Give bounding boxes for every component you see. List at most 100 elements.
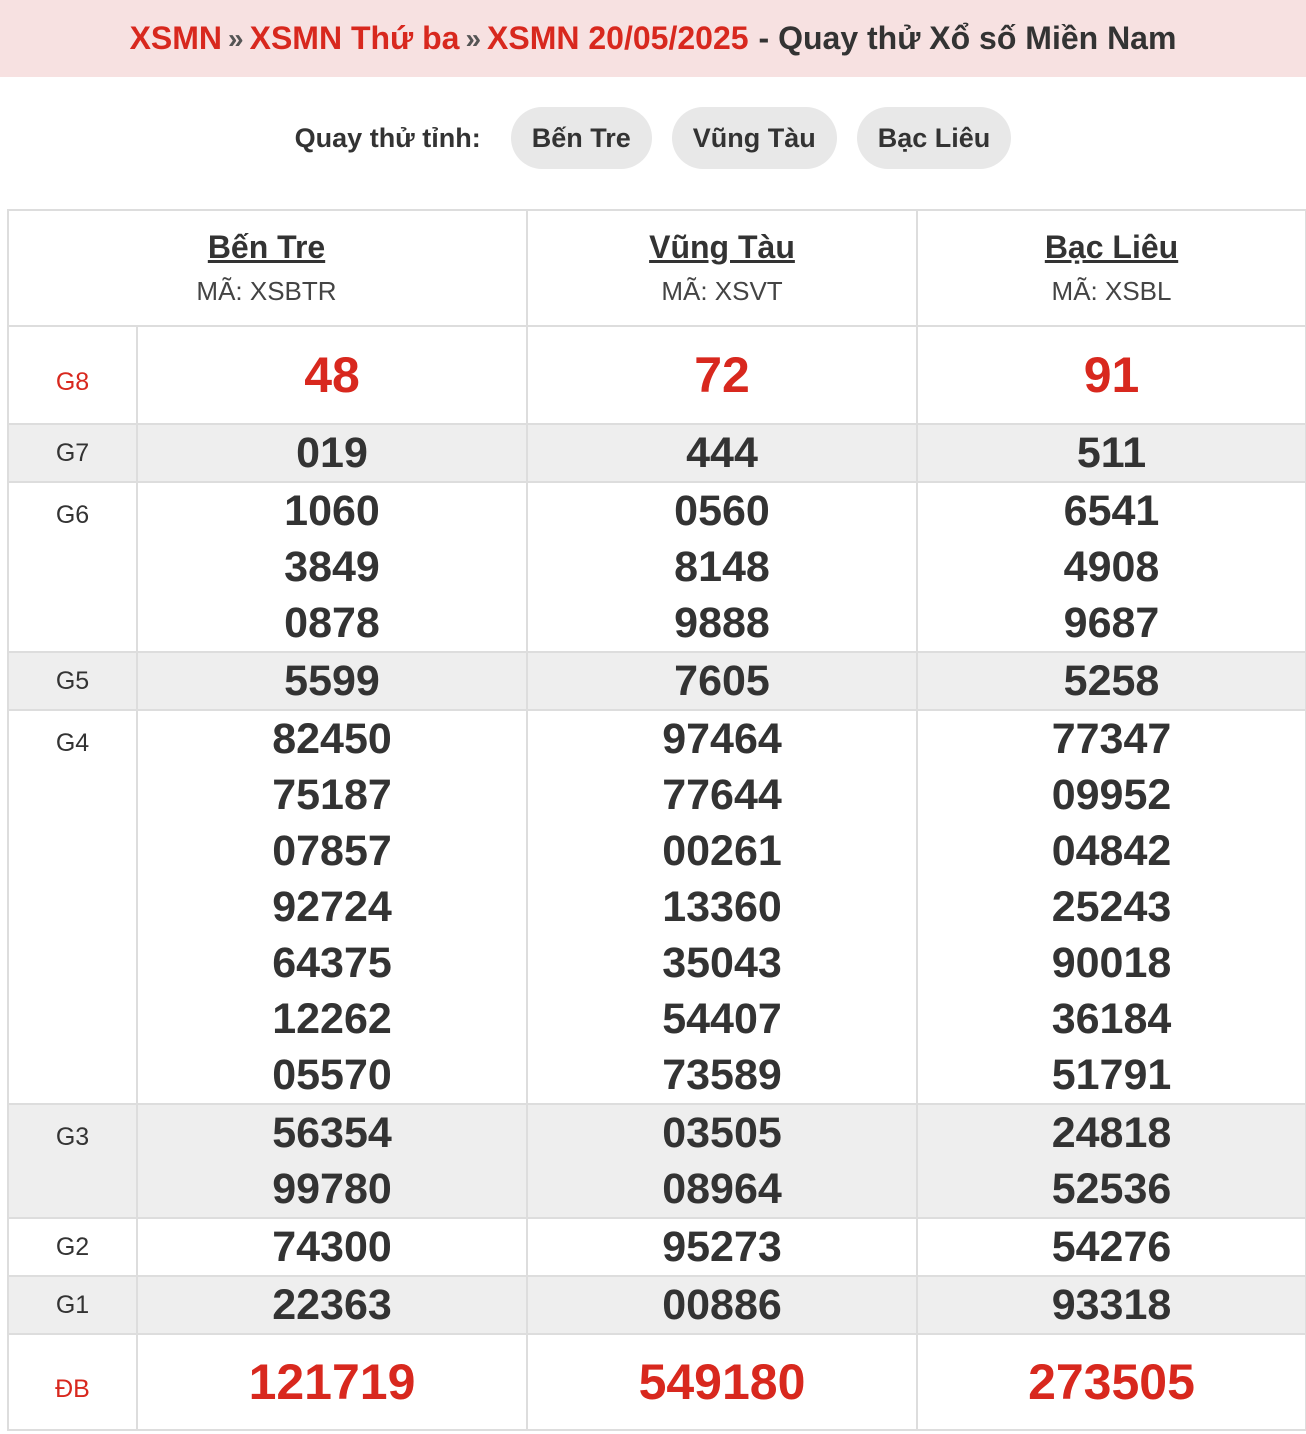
header-blank-cell <box>7 209 137 327</box>
prize-number: 7605 <box>674 657 770 705</box>
prize-number: 22363 <box>272 1281 392 1329</box>
prize-value-cell: 97464 77644 00261 13360 35043 54407 7358… <box>526 709 918 1105</box>
prize-label: G7 <box>7 423 138 483</box>
prize-number: 77347 <box>1051 715 1172 763</box>
prize-number: 019 <box>296 429 368 477</box>
prize-value-cell: 5599 <box>136 651 528 711</box>
prize-number: 273505 <box>1028 1354 1195 1410</box>
prize-number: 56354 <box>272 1109 392 1157</box>
prize-row-special: ĐB 121719 549180 273505 <box>7 1333 1306 1431</box>
prize-number: 13360 <box>662 883 782 931</box>
prize-row-g7: G7 019 444 511 <box>7 423 1306 483</box>
prize-number: 05570 <box>272 1051 392 1099</box>
prize-number: 77644 <box>662 771 782 819</box>
prize-number: 92724 <box>272 883 392 931</box>
prize-value-cell: 56354 99780 <box>136 1103 528 1219</box>
prize-number: 48 <box>304 347 360 403</box>
prize-number: 54276 <box>1051 1223 1172 1271</box>
prize-value-cell: 74300 <box>136 1217 528 1277</box>
breadcrumb-weekday-link[interactable]: XSMN Thứ ba <box>250 20 460 57</box>
prize-number: 03505 <box>662 1109 782 1157</box>
prize-number: 51791 <box>1051 1051 1172 1099</box>
prize-number: 36184 <box>1051 995 1172 1043</box>
breadcrumb-xsmn-link[interactable]: XSMN <box>130 20 222 57</box>
prize-number: 35043 <box>662 939 782 987</box>
prize-number: 9888 <box>674 599 770 647</box>
prize-label: G2 <box>7 1217 138 1277</box>
prize-number: 82450 <box>272 715 392 763</box>
results-table: Bến Tre MÃ: XSBTR Vũng Tàu MÃ: XSVT Bạc … <box>7 209 1306 1431</box>
prize-number: 95273 <box>662 1223 782 1271</box>
prize-number: 93318 <box>1051 1281 1172 1329</box>
prize-label: G6 <box>7 481 138 653</box>
prize-number: 07857 <box>272 827 392 875</box>
prize-value-cell: 22363 <box>136 1275 528 1335</box>
prize-number: 121719 <box>248 1354 416 1410</box>
prize-number: 9687 <box>1063 599 1160 647</box>
province-header-bac-lieu: Bạc Liêu MÃ: XSBL <box>916 209 1306 327</box>
prize-value-cell: 6541 4908 9687 <box>916 481 1306 653</box>
prize-number: 91 <box>1083 347 1140 403</box>
province-code: MÃ: XSVT <box>661 276 783 306</box>
province-name-link[interactable]: Bến Tre <box>72 229 461 266</box>
province-button-vung-tau[interactable]: Vũng Tàu <box>671 107 837 169</box>
prize-number: 72 <box>694 347 750 403</box>
prize-label: G1 <box>7 1275 138 1335</box>
prize-value-cell: 72 <box>526 325 918 425</box>
prize-number: 04842 <box>1051 827 1172 875</box>
prize-value-cell: 77347 09952 04842 25243 90018 36184 5179… <box>916 709 1306 1105</box>
prize-value-cell: 121719 <box>136 1333 528 1431</box>
prize-value-cell: 82450 75187 07857 92724 64375 12262 0557… <box>136 709 528 1105</box>
prize-value-cell: 48 <box>136 325 528 425</box>
prize-number: 12262 <box>272 995 392 1043</box>
prize-value-cell: 019 <box>136 423 528 483</box>
prize-number: 90018 <box>1051 939 1172 987</box>
province-button-bac-lieu[interactable]: Bạc Liêu <box>856 107 1012 169</box>
prize-number: 3849 <box>284 543 380 591</box>
page-title: - Quay thử Xổ số Miền Nam <box>758 20 1177 56</box>
breadcrumb-date-link[interactable]: XSMN 20/05/2025 <box>487 20 749 57</box>
prize-number: 1060 <box>284 487 380 535</box>
prize-number: 00261 <box>662 827 782 875</box>
prize-number: 0878 <box>284 599 380 647</box>
prize-number: 99780 <box>272 1165 392 1213</box>
prize-row-g8: G8 48 72 91 <box>7 325 1306 425</box>
prize-number: 6541 <box>1063 487 1160 535</box>
prize-label: G8 <box>7 325 138 425</box>
breadcrumb: XSMN » XSMN Thứ ba » XSMN 20/05/2025 - Q… <box>0 0 1306 77</box>
prize-number: 511 <box>1076 429 1147 477</box>
prize-number: 24818 <box>1051 1109 1172 1157</box>
province-header-vung-tau: Vũng Tàu MÃ: XSVT <box>526 209 918 327</box>
prize-value-cell: 0560 8148 9888 <box>526 481 918 653</box>
prize-number: 0560 <box>674 487 770 535</box>
province-header-ben-tre: Bến Tre MÃ: XSBTR <box>137 209 528 327</box>
province-name-link[interactable]: Vũng Tàu <box>528 229 916 266</box>
province-name-link[interactable]: Bạc Liêu <box>918 229 1305 266</box>
province-header-row: Bến Tre MÃ: XSBTR Vũng Tàu MÃ: XSVT Bạc … <box>7 209 1306 327</box>
prize-number: 97464 <box>662 715 782 763</box>
prize-number: 549180 <box>638 1354 806 1410</box>
prize-number: 64375 <box>272 939 392 987</box>
prize-number: 25243 <box>1051 883 1172 931</box>
prize-number: 5258 <box>1063 657 1160 705</box>
province-button-ben-tre[interactable]: Bến Tre <box>510 107 652 169</box>
prize-value-cell: 24818 52536 <box>916 1103 1306 1219</box>
prize-row-g4: G4 82450 75187 07857 92724 64375 12262 0… <box>7 709 1306 1105</box>
prize-value-cell: 03505 08964 <box>526 1103 918 1219</box>
prize-number: 4908 <box>1063 543 1160 591</box>
prize-value-cell: 54276 <box>916 1217 1306 1277</box>
prize-number: 00886 <box>662 1281 782 1329</box>
prize-value-cell: 95273 <box>526 1217 918 1277</box>
prize-value-cell: 7605 <box>526 651 918 711</box>
prize-value-cell: 1060 3849 0878 <box>136 481 528 653</box>
province-code: MÃ: XSBL <box>1051 276 1172 306</box>
prize-value-cell: 511 <box>916 423 1306 483</box>
prize-label: G5 <box>7 651 138 711</box>
prize-number: 8148 <box>674 543 770 591</box>
prize-number: 444 <box>686 429 758 477</box>
prize-row-g5: G5 5599 7605 5258 <box>7 651 1306 711</box>
prize-number: 75187 <box>272 771 392 819</box>
prize-number: 09952 <box>1051 771 1172 819</box>
province-selector: Quay thử tỉnh: Bến Tre Vũng Tàu Bạc Liêu <box>0 107 1306 169</box>
prize-value-cell: 549180 <box>526 1333 918 1431</box>
